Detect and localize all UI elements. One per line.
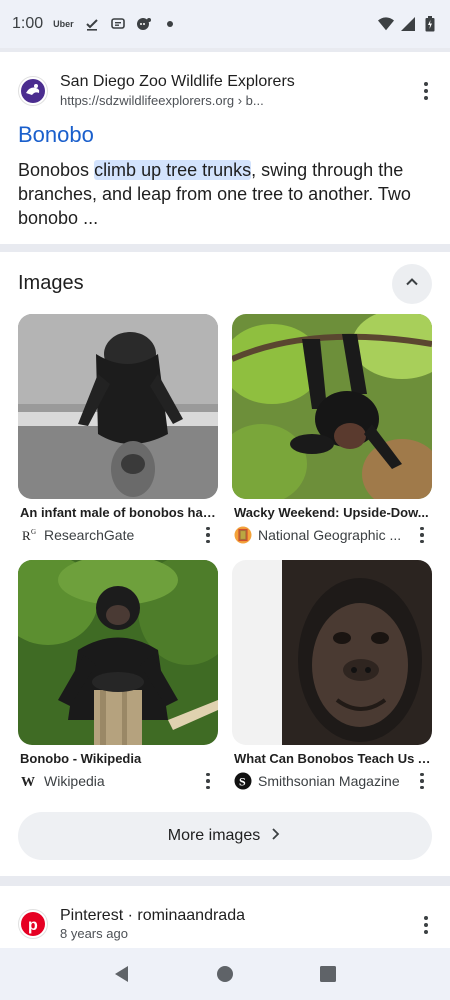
image-result-source[interactable]: W Wikipedia — [18, 772, 218, 790]
image-more-options-button[interactable] — [198, 770, 218, 792]
image-more-options-button[interactable] — [198, 524, 218, 546]
image-result-title[interactable]: What Can Bonobos Teach Us A... — [232, 751, 432, 766]
result-site-row[interactable]: San Diego Zoo Wildlife Explorers https:/… — [18, 72, 295, 110]
natgeo-icon — [234, 526, 252, 544]
status-time: 1:00 — [12, 15, 44, 32]
results-scroll[interactable]: San Diego Zoo Wildlife Explorers https:/… — [0, 52, 450, 948]
image-source-name: ResearchGate — [44, 527, 135, 543]
image-source-name: Smithsonian Magazine — [258, 773, 400, 789]
battery-icon — [422, 16, 438, 32]
chevron-up-icon — [404, 274, 420, 295]
svg-text:p: p — [28, 917, 38, 934]
recents-square-icon — [320, 966, 337, 982]
system-nav-bar — [0, 948, 450, 1000]
image-thumbnail-infant-bonobo[interactable] — [18, 314, 218, 499]
image-source-name: Wikipedia — [44, 773, 105, 789]
result-more-options-button[interactable] — [416, 913, 436, 937]
image-result-source[interactable]: RG ResearchGate — [18, 526, 218, 544]
sdzwildlife-favicon-icon — [18, 76, 48, 106]
assistant-icon — [136, 16, 152, 32]
back-triangle-icon — [114, 966, 128, 982]
uber-notification-icon: Uber — [53, 19, 74, 29]
home-circle-icon — [216, 966, 233, 982]
image-thumbnail-bonobo-face[interactable] — [232, 560, 432, 745]
image-result-4[interactable]: What Can Bonobos Teach Us A... S Smithso… — [232, 560, 432, 790]
image-result-title[interactable]: Bonobo - Wikipedia — [18, 751, 218, 766]
result-title-link[interactable]: Bonobo — [18, 122, 94, 148]
more-images-label: More images — [167, 827, 261, 844]
result-more-options-button[interactable] — [416, 79, 436, 103]
search-result-sdzwildlife[interactable]: San Diego Zoo Wildlife Explorers https:/… — [0, 52, 450, 244]
image-more-options-button[interactable] — [412, 770, 432, 792]
more-images-button[interactable]: More images — [18, 812, 432, 860]
status-bar: 1:00 Uber — [0, 0, 450, 48]
result-site-row[interactable]: p Pinterest · rominaandrada 8 years ago — [18, 906, 245, 941]
svg-text:W: W — [21, 775, 35, 789]
image-more-options-button[interactable] — [412, 524, 432, 546]
recents-button[interactable] — [316, 962, 340, 986]
check-icon — [84, 16, 100, 32]
signal-icon — [400, 16, 416, 32]
svg-text:G: G — [31, 528, 36, 536]
image-result-title[interactable]: An infant male of bonobos han... — [18, 505, 218, 520]
result-snippet: Bonobos climb up tree trunks, swing thro… — [18, 158, 418, 230]
images-heading: Images — [18, 272, 84, 294]
snippet-text-before: Bonobos — [18, 160, 95, 180]
image-thumbnail-hanging-bonobo[interactable] — [232, 314, 432, 499]
smithsonian-icon: S — [234, 772, 252, 790]
researchgate-icon: RG — [20, 526, 38, 544]
pinterest-favicon-icon: p — [18, 908, 48, 939]
svg-text:S: S — [239, 775, 246, 789]
chevron-right-icon — [270, 827, 282, 846]
home-button[interactable] — [213, 962, 237, 986]
result-site-url: https://sdzwildlifeexplorers.org › b... — [60, 93, 264, 108]
image-result-2[interactable]: Wacky Weekend: Upside-Dow... National Ge… — [232, 314, 432, 544]
search-result-pinterest[interactable]: p Pinterest · rominaandrada 8 years ago — [0, 886, 450, 948]
image-source-name: National Geographic ... — [258, 527, 402, 543]
wikipedia-icon: W — [20, 772, 38, 790]
svg-text:R: R — [22, 528, 31, 543]
image-result-1[interactable]: An infant male of bonobos han... RG Rese… — [18, 314, 218, 544]
result-site-name: San Diego Zoo Wildlife Explorers — [60, 73, 295, 90]
image-result-source[interactable]: National Geographic ... — [232, 526, 432, 544]
snippet-highlight: climb up tree trunks — [94, 160, 252, 180]
image-result-title[interactable]: Wacky Weekend: Upside-Dow... — [232, 505, 432, 520]
result-site-name: Pinterest · rominaandrada — [60, 907, 245, 924]
back-button[interactable] — [110, 962, 134, 986]
image-thumbnail-bonobo-post[interactable] — [18, 560, 218, 745]
result-date: 8 years ago — [60, 926, 128, 941]
image-result-source[interactable]: S Smithsonian Magazine — [232, 772, 432, 790]
dot-icon — [162, 16, 178, 32]
message-icon — [110, 16, 126, 32]
collapse-images-button[interactable] — [392, 264, 432, 304]
wifi-icon — [378, 16, 394, 32]
images-section: Images An infant male of bonobos han... … — [0, 252, 450, 876]
image-result-3[interactable]: Bonobo - Wikipedia W Wikipedia — [18, 560, 218, 790]
